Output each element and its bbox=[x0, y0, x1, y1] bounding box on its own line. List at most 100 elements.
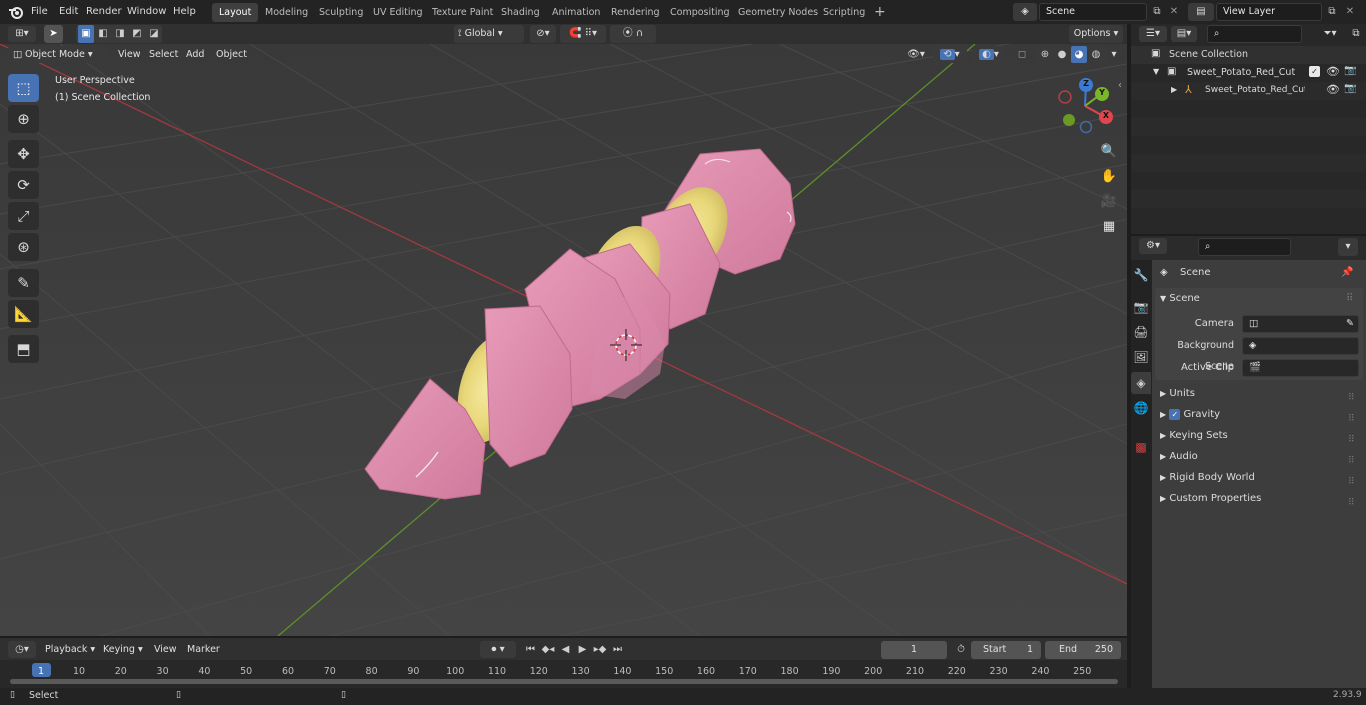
outliner-row-scene-collection[interactable]: ▣ Scene Collection bbox=[1131, 46, 1366, 64]
properties-options-icon[interactable]: ▾ bbox=[1338, 238, 1358, 256]
proportional-editing-icon[interactable]: ⦿ ∩ bbox=[610, 25, 656, 43]
perspective-toggle-icon[interactable]: ▦ bbox=[1096, 215, 1122, 239]
visibility-filter-icon[interactable]: 👁▾ bbox=[902, 46, 930, 63]
section-units[interactable]: ▶ Units bbox=[1160, 383, 1195, 404]
tab-animation[interactable]: Animation bbox=[545, 3, 607, 22]
select-extend-icon[interactable]: ◧ bbox=[95, 25, 111, 43]
eye-icon[interactable]: 👁 bbox=[1326, 83, 1340, 96]
snap-toggle-icon[interactable]: 🧲 ⠿▾ bbox=[560, 25, 606, 43]
section-keying-sets[interactable]: ▶ Keying Sets bbox=[1160, 425, 1228, 446]
view-layer-tab-icon[interactable]: 🖼 bbox=[1131, 346, 1151, 368]
menu-file[interactable]: File bbox=[26, 3, 53, 21]
active-clip-field[interactable]: 🎬 bbox=[1242, 359, 1359, 377]
scene-panel-header[interactable]: ▼ Scene bbox=[1160, 288, 1200, 309]
timeline-menu-view[interactable]: View bbox=[149, 641, 182, 658]
menu-window[interactable]: Window bbox=[122, 3, 171, 21]
measure-tool-icon[interactable]: 📐 bbox=[8, 300, 39, 328]
viewport-menu-view[interactable]: View bbox=[113, 46, 146, 63]
select-box-tool-icon[interactable]: ⬚ bbox=[8, 74, 39, 102]
section-audio[interactable]: ▶ Audio bbox=[1160, 446, 1198, 467]
new-scene-icon[interactable]: ⧉ bbox=[1149, 3, 1165, 21]
tab-compositing[interactable]: Compositing bbox=[663, 3, 737, 22]
menu-render[interactable]: Render bbox=[81, 3, 127, 21]
exclude-checkbox[interactable]: ✓ bbox=[1309, 66, 1320, 77]
gravity-checkbox[interactable]: ✓ bbox=[1169, 408, 1181, 420]
options-dropdown[interactable]: Options ▾ bbox=[1069, 25, 1123, 43]
background-scene-field[interactable]: ◈ bbox=[1242, 337, 1359, 355]
tool-tab-icon[interactable]: 🔧 bbox=[1131, 264, 1151, 286]
add-cube-tool-icon[interactable]: ⬒ bbox=[8, 335, 39, 363]
camera-render-icon[interactable]: 📷 bbox=[1344, 65, 1356, 76]
viewport-menu-select[interactable]: Select bbox=[144, 46, 183, 63]
select-new-icon[interactable]: ▣ bbox=[78, 25, 94, 43]
scene-selector-icon[interactable]: ◈ bbox=[1013, 3, 1037, 21]
new-collection-icon[interactable]: ⧉ bbox=[1348, 25, 1364, 43]
drag-handle-icon[interactable]: ⠿ bbox=[1346, 288, 1353, 309]
properties-search-input[interactable]: ⌕ bbox=[1198, 238, 1291, 256]
section-custom-properties[interactable]: ▶ Custom Properties bbox=[1160, 488, 1261, 509]
timeline-scrollbar[interactable] bbox=[10, 679, 1118, 684]
prev-keyframe-icon[interactable]: ◆◂ bbox=[539, 641, 557, 658]
object-mode-dropdown[interactable]: ◫ Object Mode ▾ bbox=[8, 46, 106, 63]
rendered-shading-icon[interactable]: ◍ bbox=[1088, 46, 1104, 63]
scene-tab-icon[interactable]: ◈ bbox=[1131, 372, 1151, 394]
timeline-editor-type-icon[interactable]: ◷▾ bbox=[8, 641, 36, 658]
section-gravity[interactable]: ▶ ✓ Gravity bbox=[1160, 404, 1220, 425]
select-invert-icon[interactable]: ◩ bbox=[129, 25, 145, 43]
shading-options-icon[interactable]: ▾ bbox=[1108, 46, 1120, 63]
scale-tool-icon[interactable]: ⤢ bbox=[8, 202, 39, 230]
current-frame-field[interactable]: 1 bbox=[881, 641, 947, 659]
section-rigid-body-world[interactable]: ▶ Rigid Body World bbox=[1160, 467, 1255, 488]
timeline-menu-keying[interactable]: Keying ▾ bbox=[98, 641, 148, 658]
transform-orientation-dropdown[interactable]: ⟟ Global ▾ bbox=[454, 25, 524, 43]
properties-editor-type-icon[interactable]: ⚙▾ bbox=[1139, 238, 1167, 254]
viewport-menu-object[interactable]: Object bbox=[211, 46, 252, 63]
outliner-row-collection[interactable]: ▼ ▣ Sweet_Potato_Red_Cut ✓ 👁 📷 bbox=[1131, 64, 1366, 82]
overlays-toggle-icon[interactable]: ◐ ▾ bbox=[972, 46, 1006, 63]
tab-geometry-nodes[interactable]: Geometry Nodes bbox=[731, 3, 825, 22]
tab-scripting[interactable]: Scripting bbox=[816, 3, 872, 22]
render-tab-icon[interactable]: 📷 bbox=[1131, 296, 1151, 318]
viewport-menu-add[interactable]: Add bbox=[181, 46, 209, 63]
menu-help[interactable]: Help bbox=[168, 3, 201, 21]
outliner-filter-icon[interactable]: ⏷▾ bbox=[1316, 25, 1344, 43]
outliner-search-input[interactable]: ⌕ bbox=[1207, 25, 1302, 43]
drag-handle-icon[interactable]: ⠿ ⠿ ⠿ ⠿ ⠿ ⠿ bbox=[1348, 388, 1355, 514]
timeline-menu-marker[interactable]: Marker bbox=[182, 641, 225, 658]
editor-type-icon[interactable]: ⊞▾ bbox=[8, 26, 36, 42]
add-workspace-icon[interactable]: + bbox=[867, 3, 893, 22]
expand-arrow-icon[interactable]: ▶ bbox=[1171, 85, 1177, 94]
select-tool-icon[interactable]: ➤ bbox=[44, 25, 63, 43]
pivot-point-icon[interactable]: ⊘▾ bbox=[530, 25, 556, 43]
tab-modeling[interactable]: Modeling bbox=[258, 3, 315, 22]
pin-icon[interactable]: 📌 bbox=[1341, 262, 1353, 283]
camera-render-icon[interactable]: 📷 bbox=[1344, 83, 1356, 94]
jump-start-icon[interactable]: ⏮ bbox=[522, 641, 539, 658]
pan-hand-icon[interactable]: ✋ bbox=[1096, 165, 1122, 189]
menu-edit[interactable]: Edit bbox=[54, 3, 83, 21]
select-subtract-icon[interactable]: ◨ bbox=[112, 25, 128, 43]
view-layer-field[interactable]: View Layer bbox=[1216, 3, 1322, 21]
annotate-tool-icon[interactable]: ✎ bbox=[8, 269, 39, 297]
transform-tool-icon[interactable]: ⊛ bbox=[8, 233, 39, 261]
outliner-editor-type-icon[interactable]: ☰▾ bbox=[1139, 26, 1167, 42]
jump-end-icon[interactable]: ⏭ bbox=[609, 641, 626, 658]
scene-name-field[interactable]: Scene bbox=[1039, 3, 1147, 21]
output-tab-icon[interactable]: 🖨 bbox=[1131, 321, 1151, 343]
end-frame-field[interactable]: End 250 bbox=[1045, 641, 1121, 659]
start-frame-field[interactable]: Start 1 bbox=[971, 641, 1041, 659]
solid-shading-icon[interactable]: ● bbox=[1054, 46, 1070, 63]
tab-texture-paint[interactable]: Texture Paint bbox=[425, 3, 500, 22]
play-icon[interactable]: ▶ bbox=[574, 641, 591, 658]
move-tool-icon[interactable]: ✥ bbox=[8, 140, 39, 168]
world-tab-icon[interactable]: 🌐 bbox=[1131, 397, 1151, 419]
preview-range-icon[interactable]: ⏱ bbox=[953, 641, 969, 658]
new-view-layer-icon[interactable]: ⧉ bbox=[1324, 3, 1340, 21]
timeline-menu-playback[interactable]: Playback ▾ bbox=[40, 641, 100, 658]
xray-toggle-icon[interactable]: ◻ bbox=[1013, 46, 1031, 63]
expand-arrow-icon[interactable]: ▼ bbox=[1153, 67, 1159, 76]
camera-field[interactable]: ◫ ✎ bbox=[1242, 315, 1359, 333]
zoom-icon[interactable]: 🔍 bbox=[1096, 140, 1122, 164]
next-keyframe-icon[interactable]: ▸◆ bbox=[591, 641, 609, 658]
rotate-tool-icon[interactable]: ⟳ bbox=[8, 171, 39, 199]
